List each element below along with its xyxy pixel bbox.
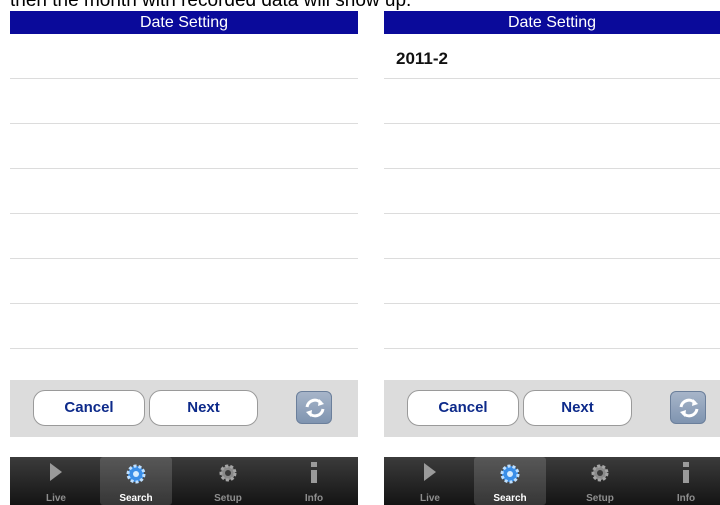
tab-label: Live	[419, 493, 440, 504]
tab-search[interactable]: Search	[474, 457, 546, 505]
button-bar: Cancel Next	[10, 380, 358, 437]
info-icon	[683, 462, 689, 483]
tab-label: Setup	[214, 493, 242, 504]
instruction-caption: then the month with recorded data will s…	[10, 0, 412, 11]
date-list: 2011-2	[384, 34, 720, 349]
list-item[interactable]	[384, 124, 720, 169]
list-item[interactable]	[10, 304, 358, 349]
tab-live[interactable]: Live	[20, 457, 92, 505]
refresh-icon	[679, 398, 699, 418]
refresh-button[interactable]	[670, 391, 706, 424]
next-button[interactable]: Next	[149, 390, 258, 426]
tab-bar: Live Search Setup Info	[10, 457, 358, 505]
refresh-icon	[305, 398, 325, 418]
list-item[interactable]	[384, 169, 720, 214]
tab-label: Info	[304, 493, 324, 504]
screen-right: Date Setting 2011-2 Cancel Next Live Sea…	[384, 11, 720, 505]
cancel-button[interactable]: Cancel	[407, 390, 519, 426]
tab-bar: Live Search Setup Info	[384, 457, 720, 505]
tab-label: Search	[119, 493, 153, 504]
button-bar: Cancel Next	[384, 380, 720, 437]
tab-label: Search	[493, 493, 527, 504]
list-item[interactable]	[10, 259, 358, 304]
info-icon	[311, 462, 317, 483]
gear-icon	[500, 464, 520, 484]
play-icon	[50, 463, 62, 481]
list-item[interactable]	[10, 169, 358, 214]
tab-label: Info	[676, 493, 696, 504]
list-item[interactable]	[10, 124, 358, 169]
tab-search[interactable]: Search	[100, 457, 172, 505]
header-title: Date Setting	[384, 11, 720, 34]
list-item[interactable]	[10, 34, 358, 79]
play-icon	[424, 463, 436, 481]
tab-info[interactable]: Info	[278, 457, 350, 505]
next-button[interactable]: Next	[523, 390, 632, 426]
tab-setup[interactable]: Setup	[564, 457, 636, 505]
screen-left: Date Setting Cancel Next Live Search Set…	[10, 11, 358, 505]
date-list	[10, 34, 358, 349]
list-item[interactable]	[10, 214, 358, 259]
tab-live[interactable]: Live	[394, 457, 466, 505]
tab-label: Live	[45, 493, 66, 504]
cancel-button[interactable]: Cancel	[33, 390, 145, 426]
list-item[interactable]: 2011-2	[384, 34, 720, 79]
header-title: Date Setting	[10, 11, 358, 34]
tab-setup[interactable]: Setup	[192, 457, 264, 505]
refresh-button[interactable]	[296, 391, 332, 424]
list-item[interactable]	[384, 304, 720, 349]
list-item[interactable]	[384, 259, 720, 304]
list-item[interactable]	[10, 79, 358, 124]
gear-icon	[126, 464, 146, 484]
gear-icon	[219, 464, 237, 482]
list-item[interactable]	[384, 79, 720, 124]
gear-icon	[591, 464, 609, 482]
tab-info[interactable]: Info	[650, 457, 720, 505]
list-item[interactable]	[384, 214, 720, 259]
tab-label: Setup	[586, 493, 614, 504]
